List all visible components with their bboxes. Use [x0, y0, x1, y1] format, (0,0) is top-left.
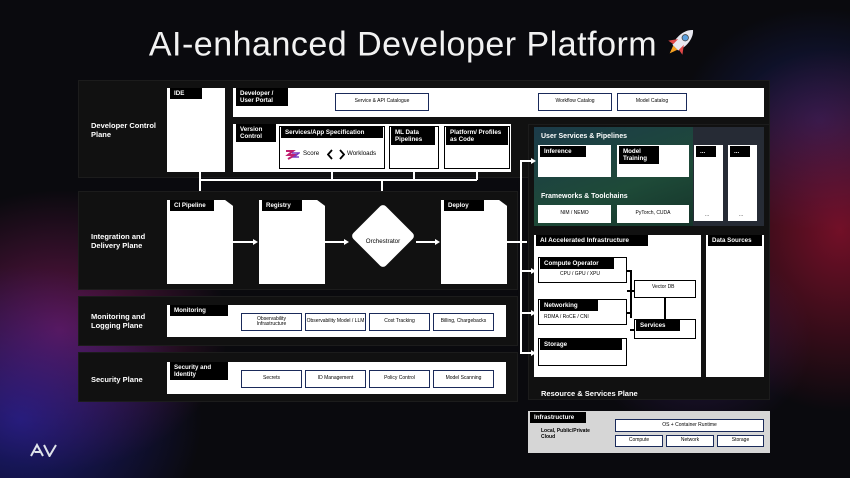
monitoring-label: Monitoring [170, 305, 228, 317]
connector [520, 160, 522, 352]
extra-service-dots-1: ... [705, 212, 710, 218]
infrastructure-location: Local, Public/Private Cloud [541, 428, 590, 440]
rocket-icon [661, 22, 701, 71]
compute-operator-sub: CPU / GPU / XPU [560, 271, 601, 277]
connector [630, 270, 632, 318]
arrow-right-icon [344, 238, 349, 245]
id-management[interactable]: ID Management [305, 370, 366, 388]
ci-pipeline-box[interactable] [167, 200, 233, 284]
connector [325, 241, 345, 243]
security-label: Security and Identity [170, 362, 228, 381]
connector [507, 241, 527, 243]
workflow-catalog[interactable]: Workflow Catalog [538, 93, 612, 111]
integration-delivery-plane-label: Integration and Delivery Plane [91, 232, 146, 251]
inference-label: Inference [540, 146, 586, 158]
policy-control[interactable]: Policy Control [369, 370, 430, 388]
connector [627, 270, 631, 272]
registry-label: Registry [262, 200, 302, 212]
connector [413, 169, 415, 180]
score-logo-icon [285, 147, 302, 165]
connector [233, 241, 254, 243]
data-sources-label: Data Sources [708, 235, 762, 247]
ci-pipeline-label: CI Pipeline [170, 200, 214, 212]
infra-storage[interactable]: Storage [717, 435, 764, 447]
arrow-right-icon [435, 238, 440, 245]
service-api-catalogue[interactable]: Service & API Catalogue [335, 93, 429, 111]
infrastructure-label: Infrastructure [530, 412, 586, 424]
vector-db-label: Vector DB [652, 284, 675, 290]
av-logo-icon [30, 442, 58, 462]
connector [627, 312, 631, 314]
nim-nemo[interactable]: NIM / NEMO [538, 205, 611, 223]
data-sources-box[interactable] [706, 235, 764, 377]
connector [664, 298, 666, 319]
extra-service-label-1: ... [696, 146, 716, 158]
pytorch-cuda[interactable]: PyTorch, CUDA [617, 205, 689, 223]
extra-service-dots-2: ... [739, 212, 744, 218]
connector [416, 241, 436, 243]
code-brackets-icon [326, 147, 346, 165]
ml-pipelines-label: ML Data Pipelines [391, 127, 435, 146]
model-catalog[interactable]: Model Catalog [617, 93, 687, 111]
compute-operator-label: Compute Operator [540, 258, 614, 270]
deploy-label: Deploy [444, 200, 484, 212]
networking-label: Networking [540, 300, 598, 312]
arrow-right-icon [531, 157, 536, 164]
deploy-box[interactable] [441, 200, 507, 284]
page-title: AI-enhanced Developer Platform [0, 22, 850, 71]
orchestrator-label: Orchestrator [365, 238, 401, 245]
connector [630, 329, 634, 331]
infra-compute[interactable]: Compute [615, 435, 663, 447]
connector [199, 179, 477, 181]
ai-infra-title: AI Accelerated Infrastructure [536, 235, 648, 247]
frameworks-title: Frameworks & Toolchains [541, 193, 628, 200]
score-label: Score [303, 150, 320, 157]
extra-service-label-2: ... [730, 146, 750, 158]
connector [476, 169, 478, 180]
profiles-label: Platform/ Profiles as Code [446, 127, 508, 146]
developer-portal-label: Developer / User Portal [236, 88, 288, 107]
arrow-right-icon [531, 349, 536, 356]
ide-box[interactable] [167, 88, 225, 172]
ide-label: IDE [170, 88, 202, 100]
monitoring-logging-plane-label: Monitoring and Logging Plane [91, 312, 146, 331]
os-container-runtime[interactable]: OS + Container Runtime [615, 419, 764, 432]
services-label: Services [636, 320, 680, 332]
resource-services-plane-label: Resource & Services Plane [541, 389, 638, 398]
model-training-label: Model Training [619, 146, 659, 165]
model-scanning[interactable]: Model Scanning [433, 370, 494, 388]
observability-infrastructure[interactable]: Observability Infrastructure [241, 313, 302, 331]
networking-sub: RDMA / RoCE / CNI [544, 314, 589, 320]
secrets[interactable]: Secrets [241, 370, 302, 388]
storage-label: Storage [540, 339, 622, 351]
spec-label: Services/App Specification [281, 127, 383, 139]
billing-chargebacks[interactable]: Billing, Chargebacks [433, 313, 494, 331]
connector [331, 169, 333, 180]
arrow-right-icon [253, 238, 258, 245]
infra-network[interactable]: Network [666, 435, 714, 447]
registry-box[interactable] [259, 200, 325, 284]
workloads-label: Workloads [347, 150, 377, 157]
version-control-label: Version Control [236, 124, 276, 143]
user-services-title: User Services & Pipelines [541, 133, 627, 140]
security-plane-label: Security Plane [91, 375, 143, 384]
observability-model-llm[interactable]: Observability Model / LLM [305, 313, 366, 331]
arrow-right-icon [531, 267, 536, 274]
title-text: AI-enhanced Developer Platform [148, 25, 658, 64]
developer-control-plane-label: Developer Control Plane [91, 121, 157, 140]
cost-tracking[interactable]: Cost Tracking [369, 313, 430, 331]
arrow-right-icon [531, 309, 536, 316]
